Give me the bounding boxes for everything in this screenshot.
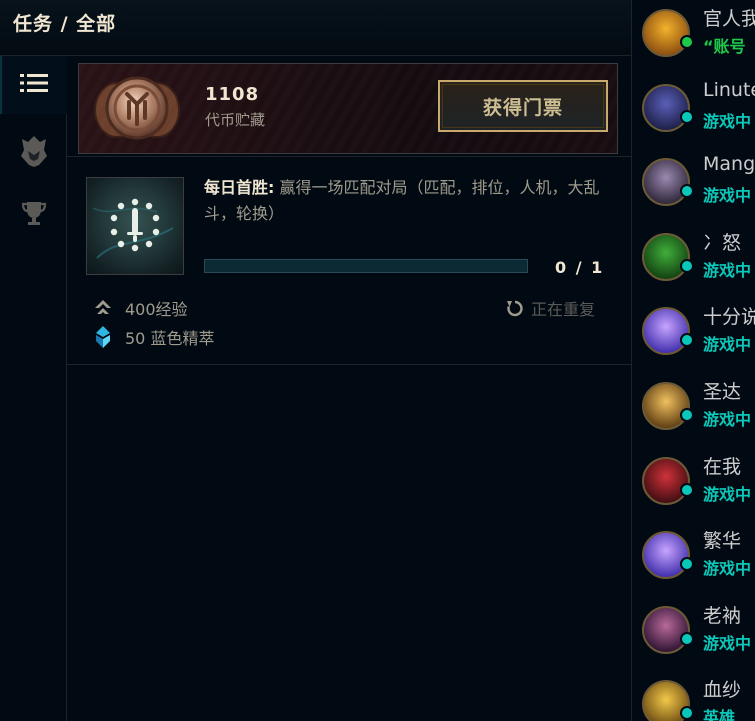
reward-blue-essence: 50 蓝色精萃	[91, 325, 214, 349]
rail-item-champion-missions[interactable]	[0, 124, 67, 182]
friend-item[interactable]: 繁华 游戏中	[632, 522, 755, 597]
friend-item[interactable]: 冫怒 游戏中	[632, 224, 755, 299]
friend-name: 血纱	[703, 679, 742, 701]
mission-category-rail	[0, 56, 67, 721]
friend-status: 游戏中	[703, 410, 752, 429]
trophy-icon	[20, 199, 48, 231]
friend-status: 游戏中	[703, 186, 752, 205]
friend-avatar	[642, 307, 690, 355]
token-label: 代币贮藏	[205, 111, 266, 129]
mission-progress-bar	[204, 259, 528, 273]
reward-experience-label: 400经验	[125, 300, 188, 319]
token-banner: 1108 代币贮藏 获得门票	[78, 63, 618, 154]
champion-helmet-icon	[19, 134, 49, 172]
friend-name: 繁华	[703, 530, 742, 552]
presence-status-dot	[680, 408, 694, 422]
presence-status-dot	[680, 706, 694, 720]
friend-status: 游戏中	[703, 634, 752, 653]
repeat-label: 正在重复	[530, 300, 595, 319]
friend-avatar	[642, 158, 690, 206]
blue-essence-icon	[91, 325, 115, 349]
presence-status-dot	[680, 483, 694, 497]
friend-item[interactable]: 圣达 游戏中	[632, 373, 755, 448]
friend-name: 冫怒	[703, 232, 742, 254]
friend-avatar	[642, 382, 690, 430]
friend-name: 圣达	[703, 381, 742, 403]
app-root: { "header": {"title": "任务 / 全部"}, "rail"…	[0, 0, 755, 721]
presence-status-dot	[680, 557, 694, 571]
token-count: 1108	[205, 84, 260, 105]
reward-blue-essence-label: 50 蓝色精萃	[125, 329, 215, 348]
mission-card-first-win: 每日首胜: 赢得一场匹配对局（匹配，排位，人机，大乱斗，轮换） 0 / 1 40…	[67, 157, 631, 365]
rail-item-event-missions[interactable]	[0, 186, 67, 244]
page-title: 任务 / 全部	[13, 13, 117, 35]
friend-status: 游戏中	[703, 335, 752, 354]
presence-status-dot	[680, 184, 694, 198]
friend-avatar	[642, 606, 690, 654]
friend-item[interactable]: 官人我 “账号	[632, 0, 755, 75]
friend-item[interactable]: Mang 游戏中	[632, 149, 755, 224]
friends-list: 官人我“账号Linute游戏中Mang游戏中冫怒游戏中十分说游戏中圣达游戏中在我…	[631, 0, 755, 721]
friend-avatar	[642, 84, 690, 132]
mission-progress-text: 0 / 1	[555, 258, 605, 277]
mission-description: 每日首胜: 赢得一场匹配对局（匹配，排位，人机，大乱斗，轮换）	[204, 175, 604, 227]
friend-status: 英雄	[703, 708, 736, 721]
friend-status: 游戏中	[703, 485, 752, 504]
presence-status-dot	[680, 259, 694, 273]
rail-item-all-missions[interactable]	[0, 56, 67, 114]
mission-title: 每日首胜:	[204, 178, 275, 197]
friend-status: 游戏中	[703, 559, 752, 578]
presence-status-dot	[680, 333, 694, 347]
presence-status-dot	[680, 35, 694, 49]
list-icon	[19, 71, 49, 99]
friend-avatar	[642, 457, 690, 505]
get-ticket-button[interactable]: 获得门票	[438, 80, 608, 132]
friend-item[interactable]: 血纱 英雄	[632, 671, 755, 721]
friend-avatar	[642, 233, 690, 281]
friend-name: 十分说	[703, 306, 755, 328]
repeat-status: 正在重复	[505, 296, 595, 320]
friend-item[interactable]: 十分说 游戏中	[632, 298, 755, 373]
presence-status-dot	[680, 110, 694, 124]
presence-status-dot	[680, 632, 694, 646]
page-header: 任务 / 全部	[0, 0, 631, 56]
token-coin-icon	[87, 74, 187, 142]
friend-avatar	[642, 9, 690, 57]
experience-icon	[91, 296, 115, 320]
friend-avatar	[642, 531, 690, 579]
friend-status: “账号	[703, 37, 746, 56]
friend-item[interactable]: Linute 游戏中	[632, 75, 755, 150]
missions-panel: 1108 代币贮藏 获得门票 每日首胜: 赢得一场匹配对局（匹配，排位，人机，大…	[67, 56, 631, 721]
friend-name: 官人我	[703, 8, 755, 30]
friend-item[interactable]: 老衲 游戏中	[632, 597, 755, 672]
friend-item[interactable]: 在我 游戏中	[632, 448, 755, 523]
repeat-icon	[505, 298, 525, 318]
friend-name: Linute	[703, 79, 755, 101]
friend-name: 老衲	[703, 605, 742, 627]
mission-sword-icon	[86, 177, 184, 275]
friend-status: 游戏中	[703, 261, 752, 280]
reward-experience: 400经验	[91, 296, 188, 320]
friend-name: Mang	[703, 153, 755, 175]
friend-name: 在我	[703, 456, 742, 478]
friend-status: 游戏中	[703, 112, 752, 131]
